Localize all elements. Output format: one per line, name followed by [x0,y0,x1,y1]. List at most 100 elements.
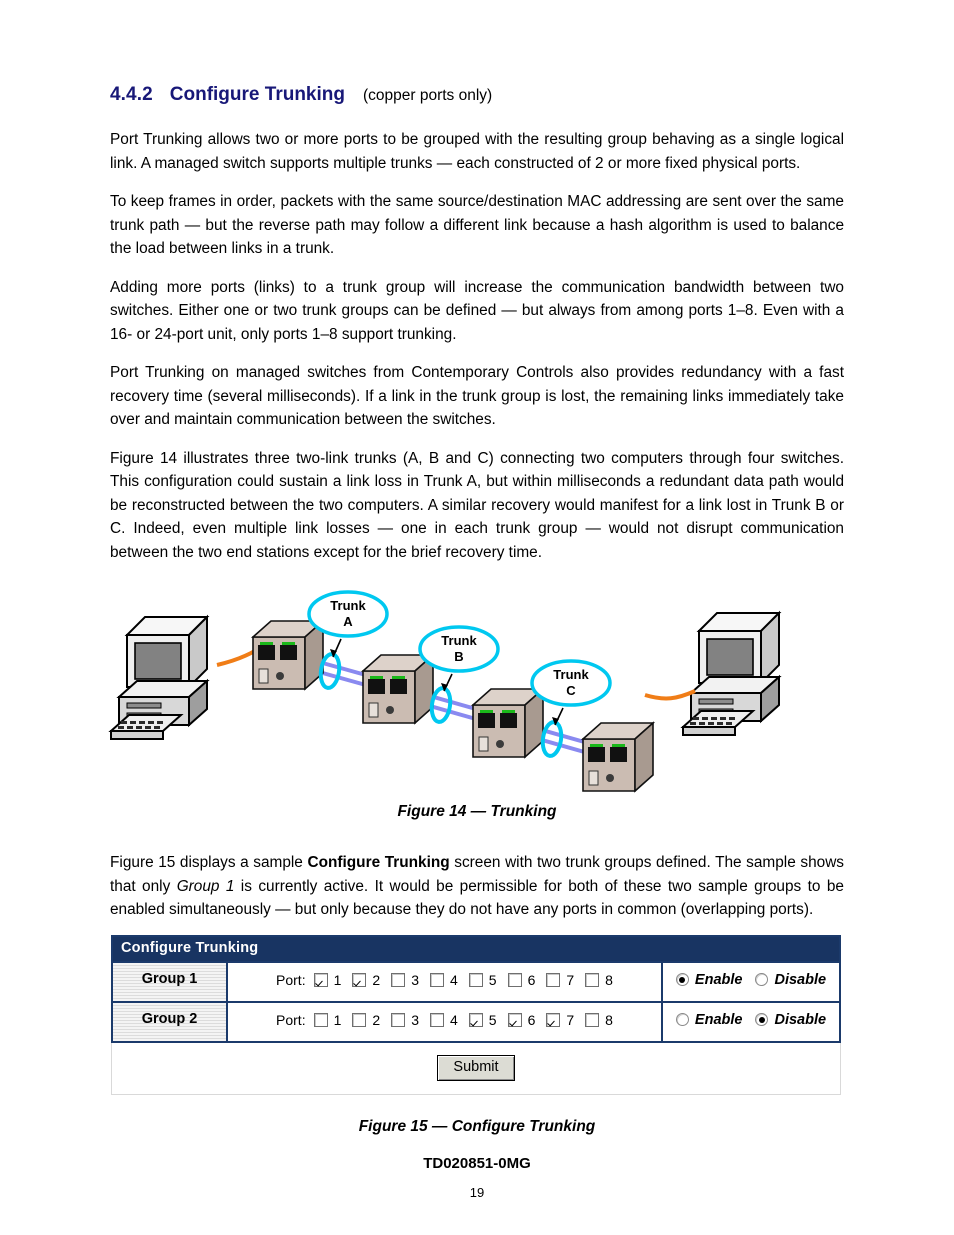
checkbox-icon[interactable] [391,972,406,987]
svg-text:B: B [454,649,463,664]
radio-icon[interactable] [755,973,769,986]
group-label-cell: Group 1 [113,962,228,1001]
port-checkbox-5[interactable]: 5 [468,1011,497,1028]
submit-area: Submit [111,1042,841,1095]
ports-label: Port: [276,1011,306,1028]
checkbox-icon[interactable] [507,1012,522,1027]
radio-disable-group-1[interactable]: Disable [755,972,826,988]
configure-trunking-screen: Configure Trunking Group 1 Port: 1 2 3 4… [110,933,846,1096]
submit-button[interactable]: Submit [437,1055,515,1081]
svg-text:A: A [343,614,353,629]
svg-text:Trunk: Trunk [441,633,477,648]
trunk-callout-a: Trunk A [307,590,389,638]
figure-14-diagram: Trunk A Trunk B Trunk C [110,579,844,797]
radio-icon[interactable] [755,1013,769,1026]
checkbox-icon[interactable] [546,972,561,987]
paragraph-4: Port Trunking on managed switches from C… [110,364,844,428]
checkbox-icon[interactable] [313,1012,328,1027]
radio-label: Enable [694,971,743,988]
radio-label: Disable [774,1011,827,1028]
ports-label: Port: [276,971,306,988]
paragraph-5: Figure 14 illustrates three two-link tru… [110,449,844,561]
checkbox-icon[interactable] [468,1012,483,1027]
port-number: 3 [411,971,419,988]
computer-right [682,612,780,736]
paragraph-2: To keep frames in order, packets with th… [110,193,844,257]
switch-2 [362,654,434,724]
panel-titlebar: Configure Trunking [113,936,839,961]
section-heading: 4.4.2 Configure Trunking (copper ports o… [110,84,844,106]
ports-cell-group-2: Port: 1 2 3 4 5 6 7 8 [228,1002,663,1041]
radio-icon[interactable] [675,973,689,986]
port-checkbox-3[interactable]: 3 [391,972,419,988]
figure-15-caption: Figure 15 — Configure Trunking [358,1117,596,1135]
state-cell-group-1: Enable Disable [663,963,839,1001]
port-number: 3 [411,1011,419,1028]
checkbox-icon[interactable] [585,1012,600,1027]
port-number: 4 [449,1011,458,1028]
checkbox-icon[interactable] [429,972,444,987]
port-number: 2 [372,1011,381,1028]
computer-left [110,616,208,740]
table-row: Group 2 Port: 1 2 3 4 5 6 7 8 Enable Dis… [113,1000,839,1041]
ports-cell-group-1: Port: 1 2 3 4 5 6 7 8 [228,962,663,1001]
radio-label: Enable [694,1011,743,1028]
radio-label: Disable [774,971,827,988]
checkbox-icon[interactable] [352,1012,367,1027]
figure-14-caption: Figure 14 — Trunking [397,803,557,820]
trunk-collar-c [540,720,564,758]
checkbox-icon[interactable] [391,1012,406,1027]
port-checkbox-1[interactable]: 1 [313,1012,341,1028]
checkbox-icon[interactable] [507,972,522,987]
page-content: 4.4.2 Configure Trunking (copper ports o… [110,84,846,1136]
checkbox-icon[interactable] [468,972,483,987]
trunk-callout-b: Trunk B [418,625,500,673]
group-label-cell: Group 2 [113,1002,228,1041]
radio-disable-group-2[interactable]: Disable [755,1012,826,1028]
port-checkbox-2[interactable]: 2 [352,1012,380,1028]
checkbox-icon[interactable] [429,1012,444,1027]
inline-italic-text: Group 1 [176,877,235,895]
inline-bold-text: Configure Trunking [307,854,450,871]
page-title: Configure Trunking [169,84,345,105]
port-number: 6 [527,971,536,988]
port-number: 5 [488,971,497,988]
state-cell-group-2: Enable Disable [663,1003,839,1041]
ports-inner: Port: 1 2 3 4 5 6 7 8 [276,972,613,988]
radio-icon[interactable] [675,1013,689,1026]
table-row: Group 1 Port: 1 2 3 4 5 6 7 8 Enable Dis… [113,960,839,1001]
footer-page-number: 19 [469,1185,485,1200]
radio-enable-group-1[interactable]: Enable [675,971,743,988]
switch-4 [582,722,654,792]
radio-enable-group-2[interactable]: Enable [675,1011,743,1028]
trunking-network-svg: Trunk A Trunk B Trunk C [110,590,780,792]
port-number: 5 [488,1011,497,1028]
port-number: 2 [372,971,381,988]
document-page: 4.4.2 Configure Trunking (copper ports o… [0,0,954,1235]
checkbox-icon[interactable] [585,972,600,987]
port-number: 8 [605,1011,613,1028]
port-checkbox-6[interactable]: 6 [507,1012,535,1028]
port-checkbox-3[interactable]: 3 [391,1012,419,1028]
port-checkbox-5[interactable]: 5 [468,971,497,988]
checkbox-icon[interactable] [352,972,367,987]
paragraph-3: Adding more ports (links) to a trunk gro… [110,278,844,343]
port-checkbox-8[interactable]: 8 [585,1012,613,1028]
link-right-orange [644,689,696,701]
port-checkbox-2[interactable]: 2 [352,972,380,988]
port-checkbox-4[interactable]: 4 [429,1011,458,1028]
switch-3 [472,688,544,758]
port-checkbox-4[interactable]: 4 [429,972,458,988]
paragraph-after-figure: Figure 15 displays a sample Configure Tr… [110,854,844,918]
configure-trunking-box: Configure Trunking Group 1 Port: 1 2 3 4… [111,934,841,1043]
port-checkbox-7[interactable]: 7 [546,1012,574,1028]
svg-text:C: C [566,683,576,698]
port-checkbox-6[interactable]: 6 [507,971,536,988]
checkbox-icon[interactable] [546,1012,561,1027]
checkbox-icon[interactable] [313,972,328,987]
port-checkbox-7[interactable]: 7 [546,972,574,988]
port-checkbox-8[interactable]: 8 [585,972,613,988]
svg-text:Trunk: Trunk [553,667,589,682]
port-checkbox-1[interactable]: 1 [313,972,341,988]
port-number: 7 [566,971,575,988]
